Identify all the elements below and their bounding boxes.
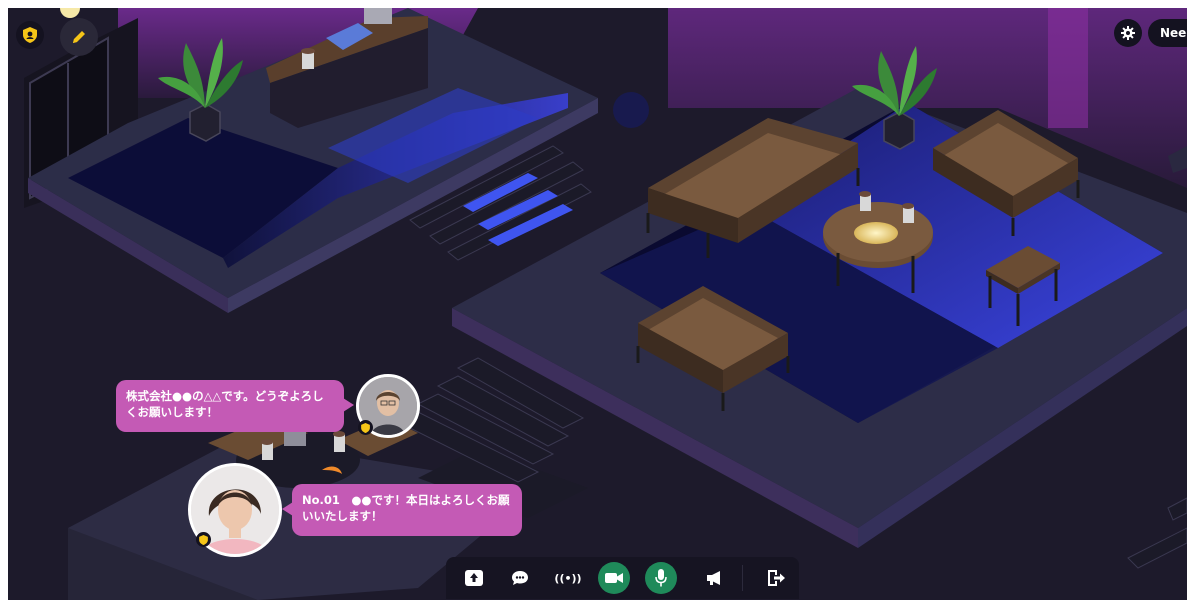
bubble-tail xyxy=(282,502,293,516)
shield-icon xyxy=(361,422,370,433)
need-help-button[interactable]: Need xyxy=(1148,19,1187,47)
chat-button[interactable] xyxy=(502,557,538,599)
wall-clock xyxy=(613,92,649,128)
coffee-cup xyxy=(902,203,914,223)
share-screen-button[interactable] xyxy=(456,557,492,599)
bubble-tail xyxy=(343,398,354,412)
virtual-office-viewport[interactable]: Need 株式会社●●の△△です。どうぞよろしくお願いします！ xyxy=(8,8,1187,600)
pencil-icon xyxy=(73,31,85,43)
megaphone-icon xyxy=(707,571,720,585)
gear-icon xyxy=(1121,26,1135,40)
broadcast-icon: ((•)) xyxy=(554,571,582,585)
bottom-toolbar: ((•)) xyxy=(446,557,799,599)
coffee-cup xyxy=(333,431,345,452)
coffee-cup xyxy=(261,439,273,460)
toolbar-divider xyxy=(742,565,743,591)
microphone-toggle[interactable] xyxy=(645,562,677,594)
shield-button[interactable] xyxy=(16,21,44,49)
megaphone-button[interactable] xyxy=(696,557,732,599)
coffee-cup xyxy=(301,48,315,69)
broadcast-button[interactable]: ((•)) xyxy=(548,557,588,599)
exit-button[interactable] xyxy=(758,557,794,599)
avatar-badge xyxy=(358,420,373,435)
shield-icon xyxy=(199,534,208,545)
chat-bubble-text: 株式会社●●の△△です。どうぞよろしくお願いします！ xyxy=(126,389,324,419)
chat-bubble: No.01 ●●です！本日はよろしくお願いいたします！ xyxy=(282,484,522,536)
camera-toggle[interactable] xyxy=(598,562,630,594)
avatar-badge xyxy=(196,532,211,547)
edit-button[interactable] xyxy=(60,18,98,56)
chat-bubble-text: No.01 ●●です！本日はよろしくお願いいたします！ xyxy=(302,493,510,523)
chat-bubble: 株式会社●●の△△です。どうぞよろしくお願いします！ xyxy=(116,380,354,432)
coffee-cup xyxy=(859,191,871,211)
share-screen-icon xyxy=(465,570,483,586)
microphone-icon xyxy=(655,569,667,587)
camera-icon xyxy=(605,573,623,583)
chat-icon xyxy=(512,571,528,585)
purple-column xyxy=(1048,8,1088,128)
isometric-office-scene[interactable] xyxy=(8,8,1187,600)
settings-button[interactable] xyxy=(1114,19,1142,47)
exit-icon xyxy=(768,570,785,586)
shield-icon xyxy=(23,27,37,43)
